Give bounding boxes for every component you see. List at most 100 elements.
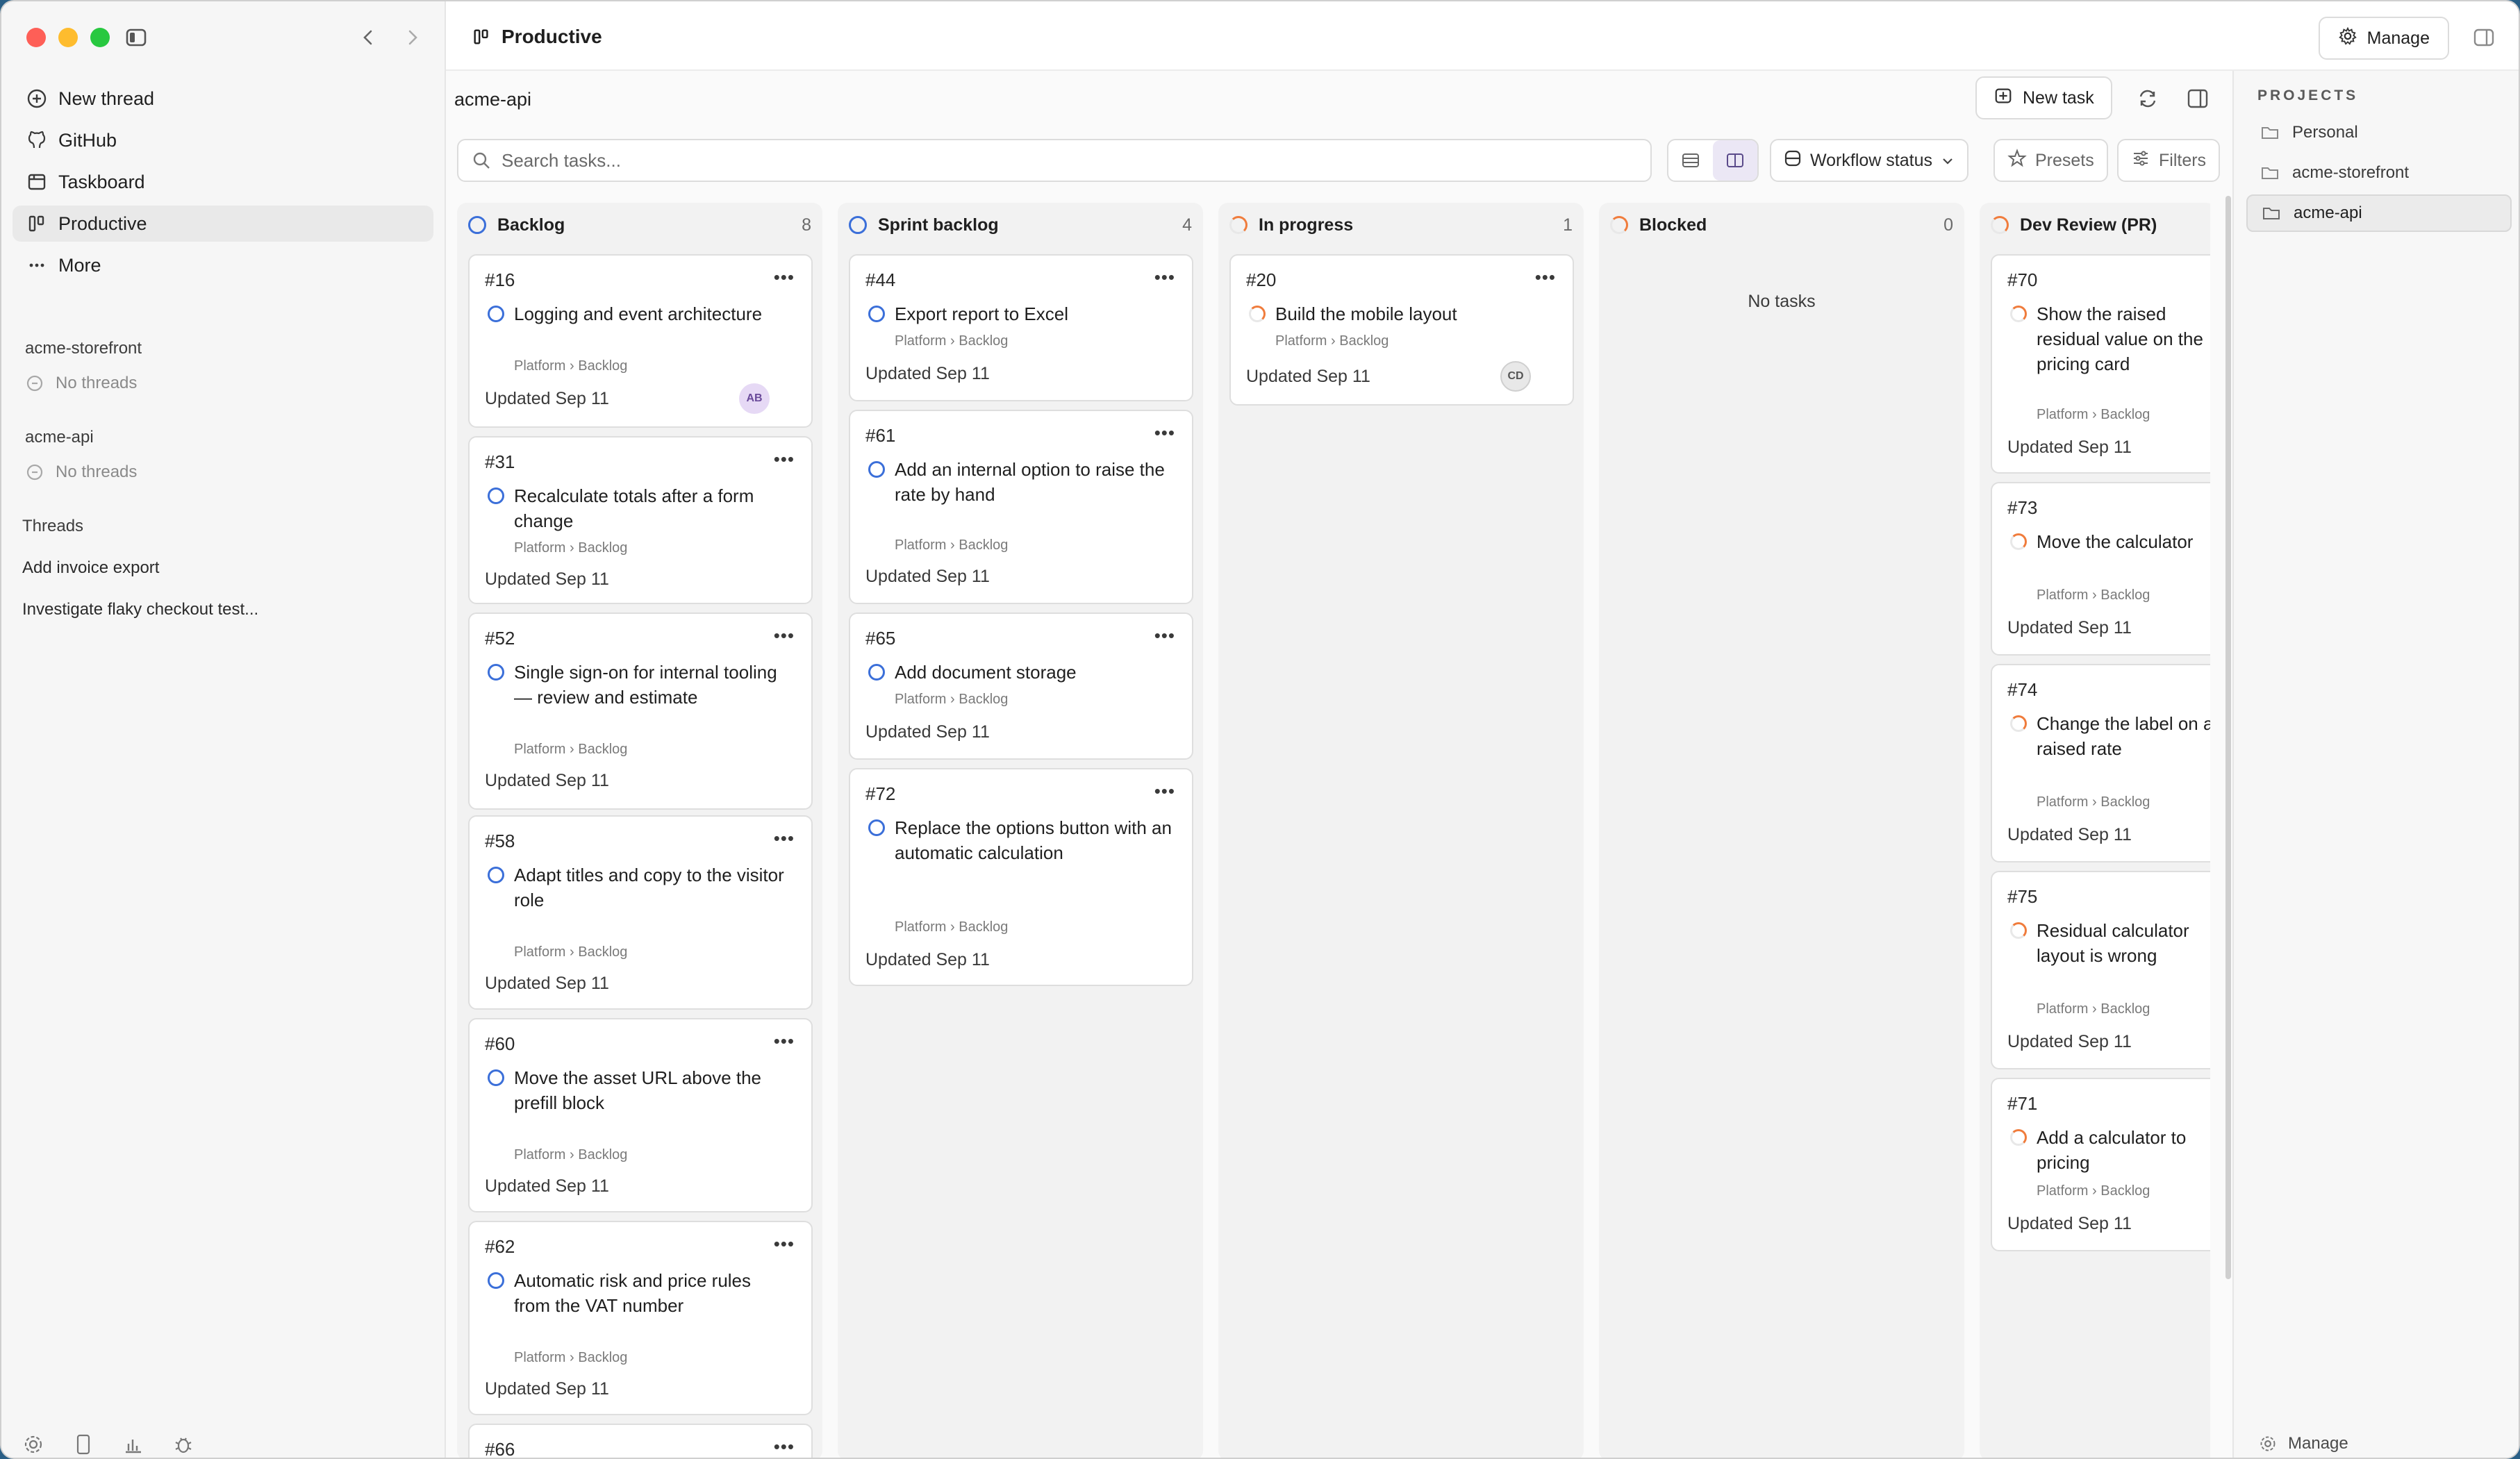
- project-item-acme-storefront[interactable]: acme-storefront: [2246, 154, 2512, 192]
- more-options-icon[interactable]: •••: [774, 1233, 795, 1255]
- column-count: 0: [1943, 215, 1953, 235]
- task-card[interactable]: #31 ••• Recalculate totals after a form …: [468, 436, 813, 604]
- task-path: Platform › Backlog: [2037, 587, 2150, 603]
- app-window: New thread GitHub Taskboard Productive M…: [0, 0, 2520, 1459]
- forward-arrow-icon[interactable]: [399, 24, 426, 51]
- task-path: Platform › Backlog: [2037, 407, 2150, 422]
- zoom-window-button[interactable]: [90, 28, 110, 47]
- column-count: 8: [802, 215, 811, 235]
- manage-button[interactable]: Manage: [2318, 17, 2449, 60]
- task-card[interactable]: #71 Add a calculator to pricing Platform…: [1991, 1078, 2210, 1251]
- task-card[interactable]: #60 ••• Move the asset URL above the pre…: [468, 1018, 813, 1212]
- projects-panel: PROJECTS Personal acme-storefront acme-a…: [2225, 71, 2519, 1458]
- sidebar-project-empty: No threads: [25, 462, 137, 482]
- task-card[interactable]: #61 ••• Add an internal option to raise …: [849, 410, 1193, 604]
- panel-layout-icon[interactable]: [2182, 83, 2213, 114]
- sidebar-toggle-icon[interactable]: [122, 24, 150, 51]
- task-number: #52: [485, 628, 515, 649]
- bar-chart-icon[interactable]: [121, 1432, 146, 1457]
- more-options-icon[interactable]: •••: [1154, 781, 1175, 802]
- task-card[interactable]: #65 ••• Add document storage Platform › …: [849, 612, 1193, 760]
- board-icon: [470, 25, 493, 49]
- task-card[interactable]: #20 ••• Build the mobile layout Platform…: [1229, 254, 1574, 406]
- task-updated: Updated Sep 11: [485, 1176, 609, 1196]
- more-options-icon[interactable]: •••: [774, 828, 795, 849]
- task-card[interactable]: #58 ••• Adapt titles and copy to the vis…: [468, 815, 813, 1010]
- task-card[interactable]: #73 Move the calculator Platform › Backl…: [1991, 482, 2210, 656]
- task-updated: Updated Sep 11: [2007, 825, 2132, 844]
- search-input[interactable]: Search tasks...: [457, 139, 1652, 182]
- task-path: Platform › Backlog: [514, 944, 628, 960]
- workflow-status-select[interactable]: Workflow status: [1770, 139, 1968, 182]
- gear-icon[interactable]: [21, 1432, 46, 1457]
- todo-status-icon: [488, 1272, 504, 1289]
- task-card[interactable]: #72 ••• Replace the options button with …: [849, 768, 1193, 986]
- board-scrollbar[interactable]: [2225, 196, 2231, 1279]
- projects-manage-button[interactable]: Manage: [2257, 1433, 2348, 1454]
- folder-icon: [2259, 122, 2281, 144]
- new-task-button[interactable]: New task: [1975, 76, 2112, 119]
- sidebar-project-empty: No threads: [25, 374, 137, 393]
- board-view-icon[interactable]: [1713, 140, 1757, 181]
- task-card[interactable]: #70 Show the raised residual value on th…: [1991, 254, 2210, 474]
- more-options-icon[interactable]: •••: [1154, 625, 1175, 647]
- nav-productive[interactable]: Productive: [13, 206, 433, 242]
- task-path: Platform › Backlog: [514, 1147, 628, 1162]
- thread-item[interactable]: Add invoice export: [22, 558, 159, 578]
- task-card[interactable]: #66 •••: [468, 1424, 813, 1458]
- task-updated: Updated Sep 11: [485, 389, 609, 408]
- more-options-icon[interactable]: •••: [774, 267, 795, 288]
- close-window-button[interactable]: [26, 28, 46, 47]
- kanban-board: Backlog 8 #16 ••• Logging and event arch…: [446, 203, 2210, 1458]
- sidebar-project-name[interactable]: acme-api: [25, 428, 94, 447]
- project-item-personal[interactable]: Personal: [2246, 114, 2512, 151]
- blocked-status-icon: [1610, 216, 1628, 234]
- task-path: Platform › Backlog: [895, 692, 1009, 707]
- avatar[interactable]: AB: [739, 383, 770, 414]
- back-arrow-icon[interactable]: [354, 24, 382, 51]
- avatar[interactable]: CD: [1500, 361, 1531, 392]
- nav-taskboard[interactable]: Taskboard: [13, 164, 433, 200]
- more-options-icon[interactable]: •••: [1154, 422, 1175, 444]
- task-card[interactable]: #74 Change the label on a raised rate Pl…: [1991, 664, 2210, 862]
- top-bar: Productive Manage: [446, 1, 2519, 71]
- task-number: #65: [865, 628, 896, 649]
- minimize-window-button[interactable]: [58, 28, 78, 47]
- bug-icon[interactable]: [171, 1432, 196, 1457]
- task-updated: Updated Sep 11: [485, 569, 609, 589]
- nav-more[interactable]: More: [13, 247, 433, 283]
- project-item-acme-api[interactable]: acme-api: [2246, 194, 2512, 232]
- list-view-icon[interactable]: [1668, 140, 1713, 181]
- more-options-icon[interactable]: •••: [774, 449, 795, 470]
- gear-icon: [2338, 26, 2357, 51]
- task-card[interactable]: #62 ••• Automatic risk and price rules f…: [468, 1221, 813, 1415]
- more-options-icon[interactable]: •••: [774, 1031, 795, 1052]
- task-card[interactable]: #16 ••• Logging and event architecture P…: [468, 254, 813, 428]
- more-options-icon[interactable]: •••: [1535, 267, 1556, 288]
- nav-new-thread[interactable]: New thread: [13, 81, 433, 117]
- todo-status-icon: [488, 306, 504, 322]
- task-card[interactable]: #44 ••• Export report to Excel Platform …: [849, 254, 1193, 401]
- mobile-icon[interactable]: [71, 1432, 96, 1457]
- nav-github[interactable]: GitHub: [13, 122, 433, 158]
- task-number: #62: [485, 1236, 515, 1257]
- thread-item[interactable]: Investigate flaky checkout test...: [22, 600, 258, 619]
- task-title: Single sign-on for internal tooling — re…: [514, 662, 777, 708]
- task-card[interactable]: #75 Residual calculator layout is wrong …: [1991, 871, 2210, 1069]
- refresh-icon[interactable]: [2132, 83, 2163, 114]
- task-card[interactable]: #52 ••• Single sign-on for internal tool…: [468, 612, 813, 810]
- sidebar-project-name[interactable]: acme-storefront: [25, 339, 142, 358]
- more-options-icon[interactable]: •••: [774, 625, 795, 647]
- more-options-icon[interactable]: •••: [1154, 267, 1175, 288]
- right-panel-toggle-icon[interactable]: [2470, 24, 2498, 51]
- empty-column-label: No tasks: [1748, 292, 1816, 311]
- presets-button[interactable]: Presets: [1993, 139, 2108, 182]
- column-header: In progress 1: [1218, 203, 1584, 247]
- filters-button[interactable]: Filters: [2117, 139, 2221, 182]
- task-title: Recalculate totals after a form change: [514, 485, 754, 531]
- task-updated: Updated Sep 11: [865, 722, 990, 742]
- more-options-icon[interactable]: •••: [774, 1436, 795, 1458]
- task-path: Platform › Backlog: [895, 919, 1009, 935]
- task-path: Platform › Backlog: [895, 333, 1009, 349]
- task-title: Residual calculator layout is wrong: [2037, 920, 2189, 966]
